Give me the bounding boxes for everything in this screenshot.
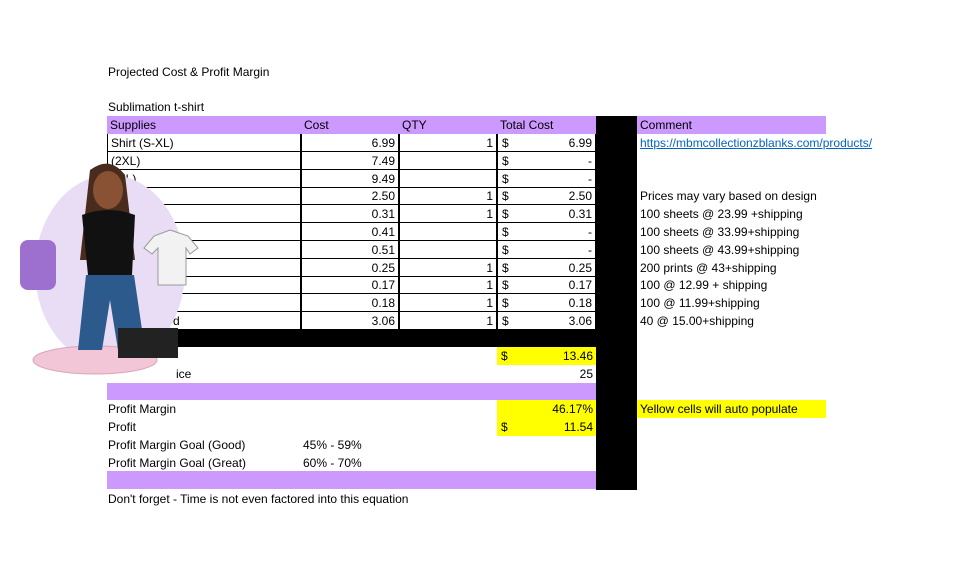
qty-cell[interactable]: 1	[399, 258, 497, 277]
cost-cell[interactable]: 3.06	[301, 312, 399, 330]
cost-cell[interactable]: 0.31	[301, 205, 399, 224]
comment-cell: 100 @ 11.99+shipping	[640, 296, 760, 311]
qty-cell[interactable]: 1	[399, 294, 497, 313]
comment-cell: 100 sheets @ 23.99 +shipping	[640, 207, 803, 222]
table-subtitle: Sublimation t-shirt	[108, 100, 205, 114]
total-cell: $0.25	[497, 258, 596, 277]
printer-icon	[118, 328, 178, 358]
qty-cell[interactable]	[399, 169, 497, 188]
goal-great-value: 60% - 70%	[303, 456, 362, 470]
profit-margin-cell: 46.17%	[497, 400, 596, 418]
product-link[interactable]: https://mbmcollectionzblanks.com/product…	[640, 134, 872, 152]
header-qty: QTY	[402, 118, 427, 132]
comment-cell: 100 sheets @ 33.99+shipping	[640, 225, 800, 239]
qty-cell[interactable]: 1	[399, 187, 497, 206]
comment-cell: 200 prints @ 43+shipping	[640, 260, 777, 275]
profit-label: Profit	[108, 420, 137, 434]
qty-cell[interactable]	[399, 151, 497, 170]
cost-cell[interactable]: 0.41	[301, 223, 399, 241]
black-top	[82, 210, 135, 275]
header-cost: Cost	[304, 118, 329, 132]
illustration-woman-with-tshirt	[20, 163, 199, 375]
goal-good-value: 45% - 59%	[303, 438, 362, 452]
total-cost-cell: $13.46	[497, 347, 596, 365]
page-title: Projected Cost & Profit Margin	[108, 65, 270, 79]
total-cell: $6.99	[497, 134, 596, 152]
qty-cell[interactable]	[399, 223, 497, 241]
cost-cell[interactable]: 0.18	[301, 294, 399, 313]
footer-note: Don't forget - Time is not even factored…	[108, 492, 409, 506]
total-cell: $0.31	[497, 205, 596, 224]
auto-populate-note: Yellow cells will auto populate	[637, 400, 826, 418]
qty-cell[interactable]: 1	[399, 134, 497, 152]
header-total: Total Cost	[500, 118, 554, 132]
header-comment: Comment	[637, 116, 826, 134]
comment-cell: 40 @ 15.00+shipping	[640, 314, 754, 328]
goal-good-label: Profit Margin Goal (Good)	[108, 438, 246, 452]
backpack-icon	[20, 240, 56, 290]
price-cell[interactable]: 25	[497, 365, 596, 383]
header-row: Supplies Cost QTY Total Cost	[107, 116, 596, 134]
total-cell: $ -	[497, 169, 596, 188]
cost-cell[interactable]: 2.50	[301, 187, 399, 206]
comment-cell: 100 sheets @ 43.99+shipping	[640, 242, 800, 257]
purple-separator	[107, 383, 596, 400]
face	[93, 171, 123, 209]
qty-cell[interactable]	[399, 240, 497, 259]
spreadsheet-page: Projected Cost & Profit Margin Sublimati…	[0, 0, 973, 566]
total-cell: $3.06	[497, 312, 596, 330]
cost-cell[interactable]: 7.49	[301, 151, 399, 170]
cost-cell[interactable]: 0.25	[301, 258, 399, 277]
cost-cell[interactable]: 0.17	[301, 276, 399, 295]
qty-cell[interactable]: 1	[399, 312, 497, 330]
cost-cell[interactable]: 9.49	[301, 169, 399, 188]
total-cell: $0.17	[497, 276, 596, 295]
total-cell: $ -	[497, 151, 596, 170]
total-cell: $2.50	[497, 187, 596, 206]
profit-cell: $11.54	[497, 418, 596, 436]
profit-margin-label: Profit Margin	[108, 402, 177, 416]
goal-great-label: Profit Margin Goal (Great)	[108, 456, 247, 470]
cost-cell[interactable]: 6.99	[301, 134, 399, 152]
total-cell: $0.18	[497, 294, 596, 313]
qty-cell[interactable]: 1	[399, 276, 497, 295]
comment-cell: 100 @ 12.99 + shipping	[640, 278, 768, 293]
header-supplies: Supplies	[110, 118, 157, 132]
black-divider-column	[596, 116, 637, 490]
purple-separator-bottom	[107, 471, 596, 489]
comment-cell: Prices may vary based on design	[640, 189, 817, 204]
total-cell: $ -	[497, 240, 596, 259]
qty-cell[interactable]: 1	[399, 205, 497, 224]
cost-cell[interactable]: 0.51	[301, 240, 399, 259]
total-cell: $ -	[497, 223, 596, 241]
